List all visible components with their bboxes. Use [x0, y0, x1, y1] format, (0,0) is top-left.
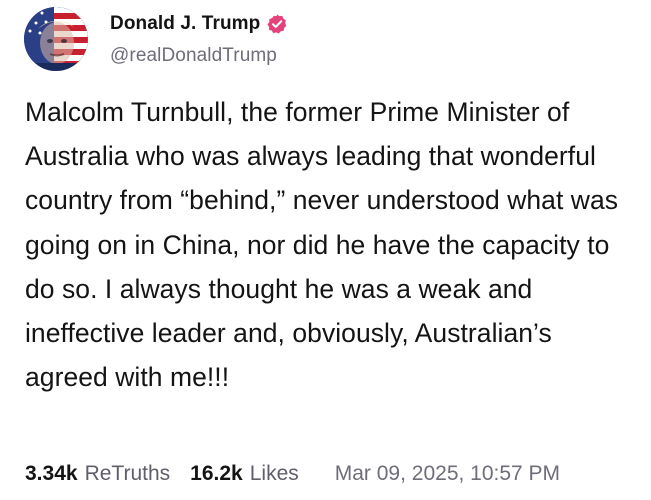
- post-card: Donald J. Trump @realDonaldTrump Malcolm…: [0, 0, 651, 500]
- verified-badge-icon: [266, 13, 288, 35]
- likes-label[interactable]: Likes: [250, 462, 299, 486]
- flag-portrait-avatar-icon: [24, 7, 88, 71]
- post-stats: 3.34k ReTruths 16.2k Likes Mar 09, 2025,…: [25, 459, 635, 489]
- post-header: Donald J. Trump @realDonaldTrump: [24, 6, 288, 72]
- likes-count[interactable]: 16.2k: [190, 462, 243, 486]
- post-text: Malcolm Turnbull, the former Prime Minis…: [25, 97, 619, 393]
- avatar[interactable]: [24, 7, 88, 71]
- retruths-count[interactable]: 3.34k: [25, 462, 78, 486]
- author-display-name[interactable]: Donald J. Trump: [110, 13, 260, 35]
- author-names: Donald J. Trump @realDonaldTrump: [110, 11, 288, 67]
- retruths-label[interactable]: ReTruths: [85, 462, 171, 486]
- author-handle[interactable]: @realDonaldTrump: [110, 45, 288, 67]
- post-timestamp[interactable]: Mar 09, 2025, 10:57 PM: [335, 462, 560, 486]
- name-row: Donald J. Trump: [110, 11, 288, 37]
